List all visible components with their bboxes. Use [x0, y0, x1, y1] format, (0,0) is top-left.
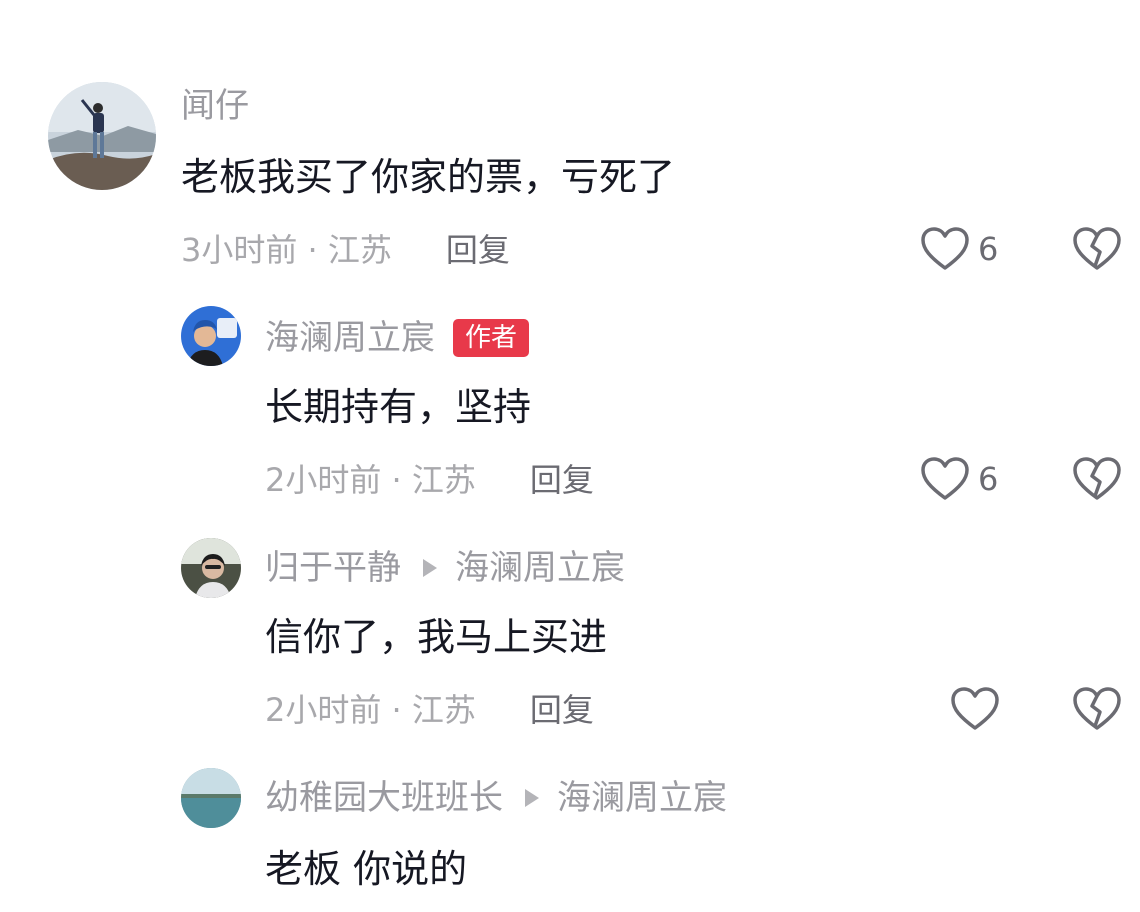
username-text[interactable]: 海澜周立宸 — [265, 318, 435, 358]
reply-to-username[interactable]: 海澜周立宸 — [557, 778, 727, 818]
author-badge: 作者 — [453, 319, 530, 357]
time-location: 2小时前 · 江苏 — [265, 691, 476, 729]
username[interactable]: 闻仔 — [181, 86, 249, 126]
username[interactable]: 海澜周立宸 作者 — [265, 318, 530, 358]
username-text[interactable]: 幼稚园大班班长 — [265, 778, 503, 818]
dislike-button[interactable] — [1072, 456, 1122, 506]
comment-meta: 2小时前 · 江苏 回复 — [265, 460, 594, 500]
broken-heart-icon — [1073, 687, 1121, 730]
avatar[interactable] — [181, 768, 241, 828]
like-count: 6 — [978, 460, 999, 498]
reply-arrow-icon — [525, 789, 539, 807]
reply-arrow-icon — [423, 559, 437, 577]
like-button[interactable] — [950, 686, 1000, 732]
avatar-photo-sea — [181, 768, 241, 828]
comment-text: 长期持有，坚持 — [265, 385, 532, 429]
comment-text: 老板我买了你家的票，亏死了 — [181, 155, 676, 199]
heart-outline-icon — [921, 457, 969, 500]
dislike-button[interactable] — [1072, 686, 1122, 736]
heart-outline-icon — [951, 687, 999, 730]
clipped-top-content — [560, 0, 680, 8]
reply-button[interactable]: 回复 — [530, 460, 594, 500]
comment-meta: 2小时前 · 江苏 回复 — [265, 690, 594, 730]
avatar[interactable] — [48, 82, 156, 190]
heart-outline-icon — [921, 227, 969, 270]
time-location: 2小时前 · 江苏 — [265, 461, 476, 499]
time-location: 3小时前 · 江苏 — [181, 231, 392, 269]
reply-to-username[interactable]: 海澜周立宸 — [455, 548, 625, 588]
avatar[interactable] — [181, 306, 241, 366]
avatar-photo-mountain — [48, 82, 156, 190]
reply-button[interactable]: 回复 — [446, 230, 510, 270]
avatar[interactable] — [181, 538, 241, 598]
comment-meta: 3小时前 · 江苏 回复 — [181, 230, 510, 270]
broken-heart-icon — [1073, 457, 1121, 500]
username[interactable]: 归于平静 海澜周立宸 — [265, 548, 625, 588]
username[interactable]: 幼稚园大班班长 海澜周立宸 — [265, 778, 727, 818]
avatar-photo-driver — [181, 538, 241, 598]
dislike-button[interactable] — [1072, 226, 1122, 276]
avatar-photo-person — [181, 306, 241, 366]
broken-heart-icon — [1073, 227, 1121, 270]
comment-text: 老板 你说的 — [265, 847, 468, 891]
like-button[interactable]: 6 — [920, 226, 998, 272]
like-button[interactable]: 6 — [920, 456, 998, 502]
like-count: 6 — [978, 230, 999, 268]
username-text[interactable]: 闻仔 — [181, 86, 249, 126]
reply-button[interactable]: 回复 — [530, 690, 594, 730]
username-text[interactable]: 归于平静 — [265, 548, 401, 588]
comment-text: 信你了，我马上买进 — [265, 615, 608, 659]
